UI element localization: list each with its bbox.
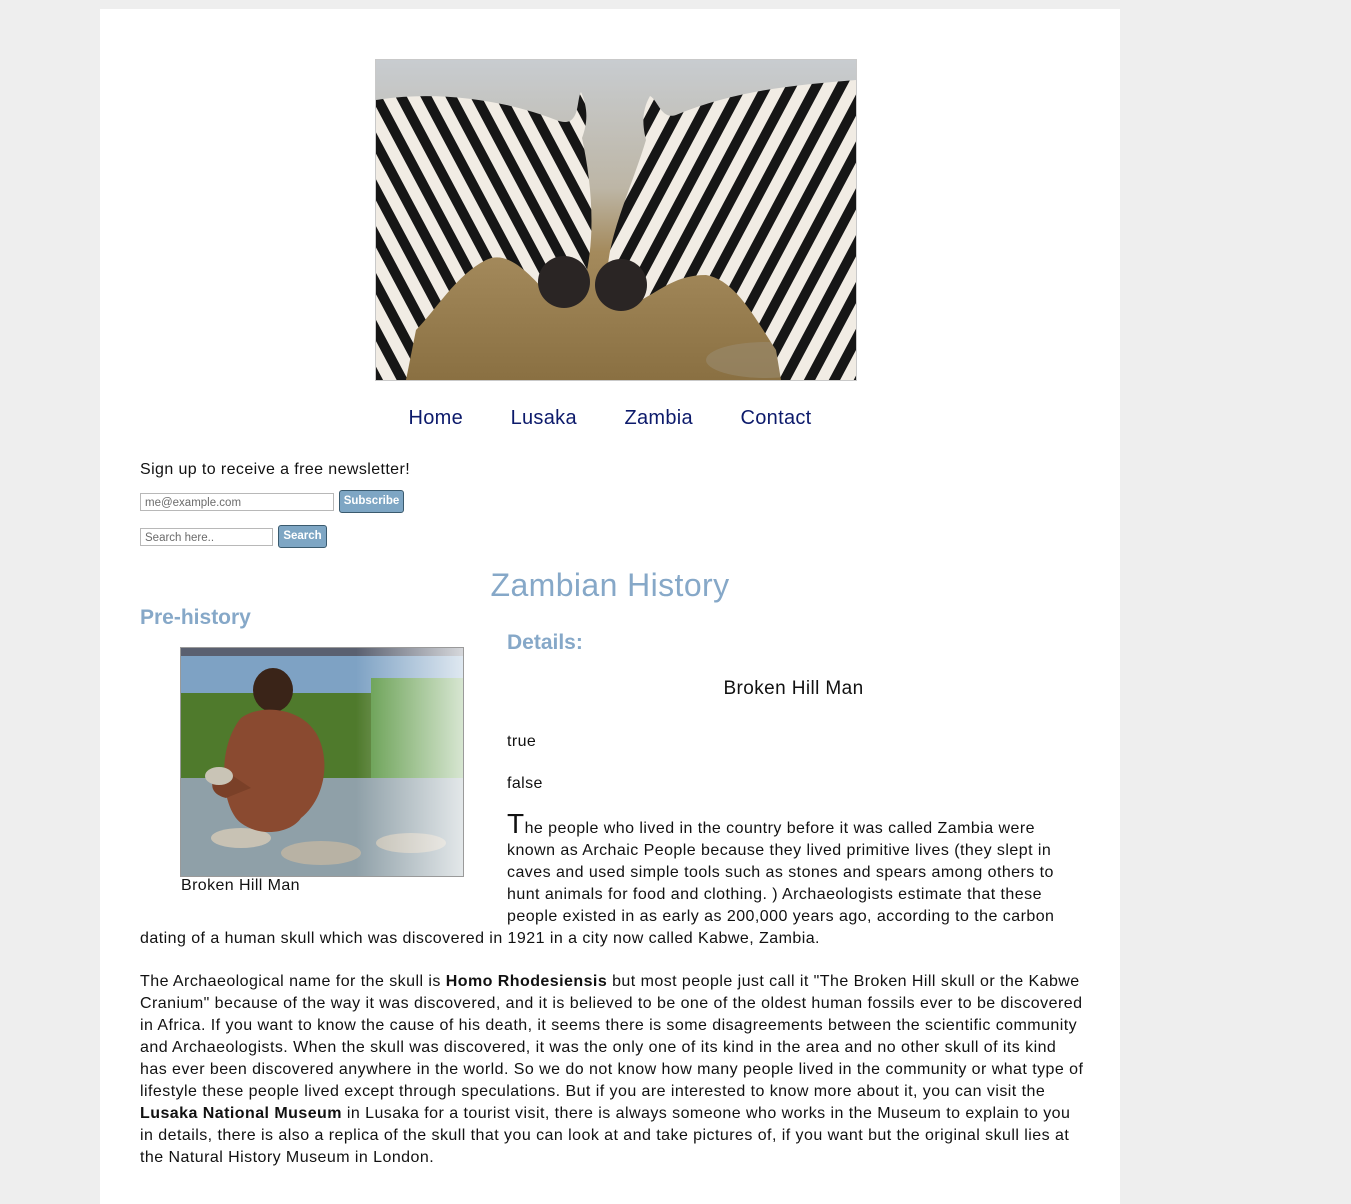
paragraph-skull: The Archaeological name for the skull is… xyxy=(140,971,1085,1169)
paragraph-intro: The people who lived in the country befo… xyxy=(140,810,1085,950)
search-input[interactable]: Search here.. xyxy=(140,528,273,546)
value-false: false xyxy=(507,775,543,792)
newsletter-email-input[interactable]: me@example.com xyxy=(140,493,334,511)
figure-spacer xyxy=(140,813,507,923)
value-true: true xyxy=(507,733,537,750)
details-title: Broken Hill Man xyxy=(723,678,864,699)
search-button[interactable]: Search xyxy=(278,525,327,548)
main-nav: Home Lusaka Zambia Contact xyxy=(100,407,1120,430)
paragraph-skull-text-a: The Archaeological name for the skull is xyxy=(140,973,446,990)
homo-rhodesiensis-bold: Homo Rhodesiensis xyxy=(445,973,608,990)
page-title: Zambian History xyxy=(490,567,730,603)
subscribe-button[interactable]: Subscribe xyxy=(339,490,404,513)
nav-lusaka-link[interactable]: Lusaka xyxy=(511,407,577,429)
dropcap: T xyxy=(507,808,525,839)
lusaka-national-museum-bold: Lusaka National Museum xyxy=(140,1105,342,1122)
section-title-prehistory: Pre-history xyxy=(140,606,251,629)
nav-contact-link[interactable]: Contact xyxy=(741,407,812,429)
nav-home-link[interactable]: Home xyxy=(408,407,463,429)
details-heading: Details: xyxy=(507,631,583,654)
newsletter-label: Sign up to receive a free newsletter! xyxy=(140,461,411,478)
zebras-banner-image xyxy=(375,59,857,381)
paragraph-skull-text-b: but most people just call it "The Broken… xyxy=(140,973,1084,1100)
page-container: Home Lusaka Zambia Contact Sign up to re… xyxy=(100,9,1120,1204)
nav-zambia-link[interactable]: Zambia xyxy=(624,407,693,429)
